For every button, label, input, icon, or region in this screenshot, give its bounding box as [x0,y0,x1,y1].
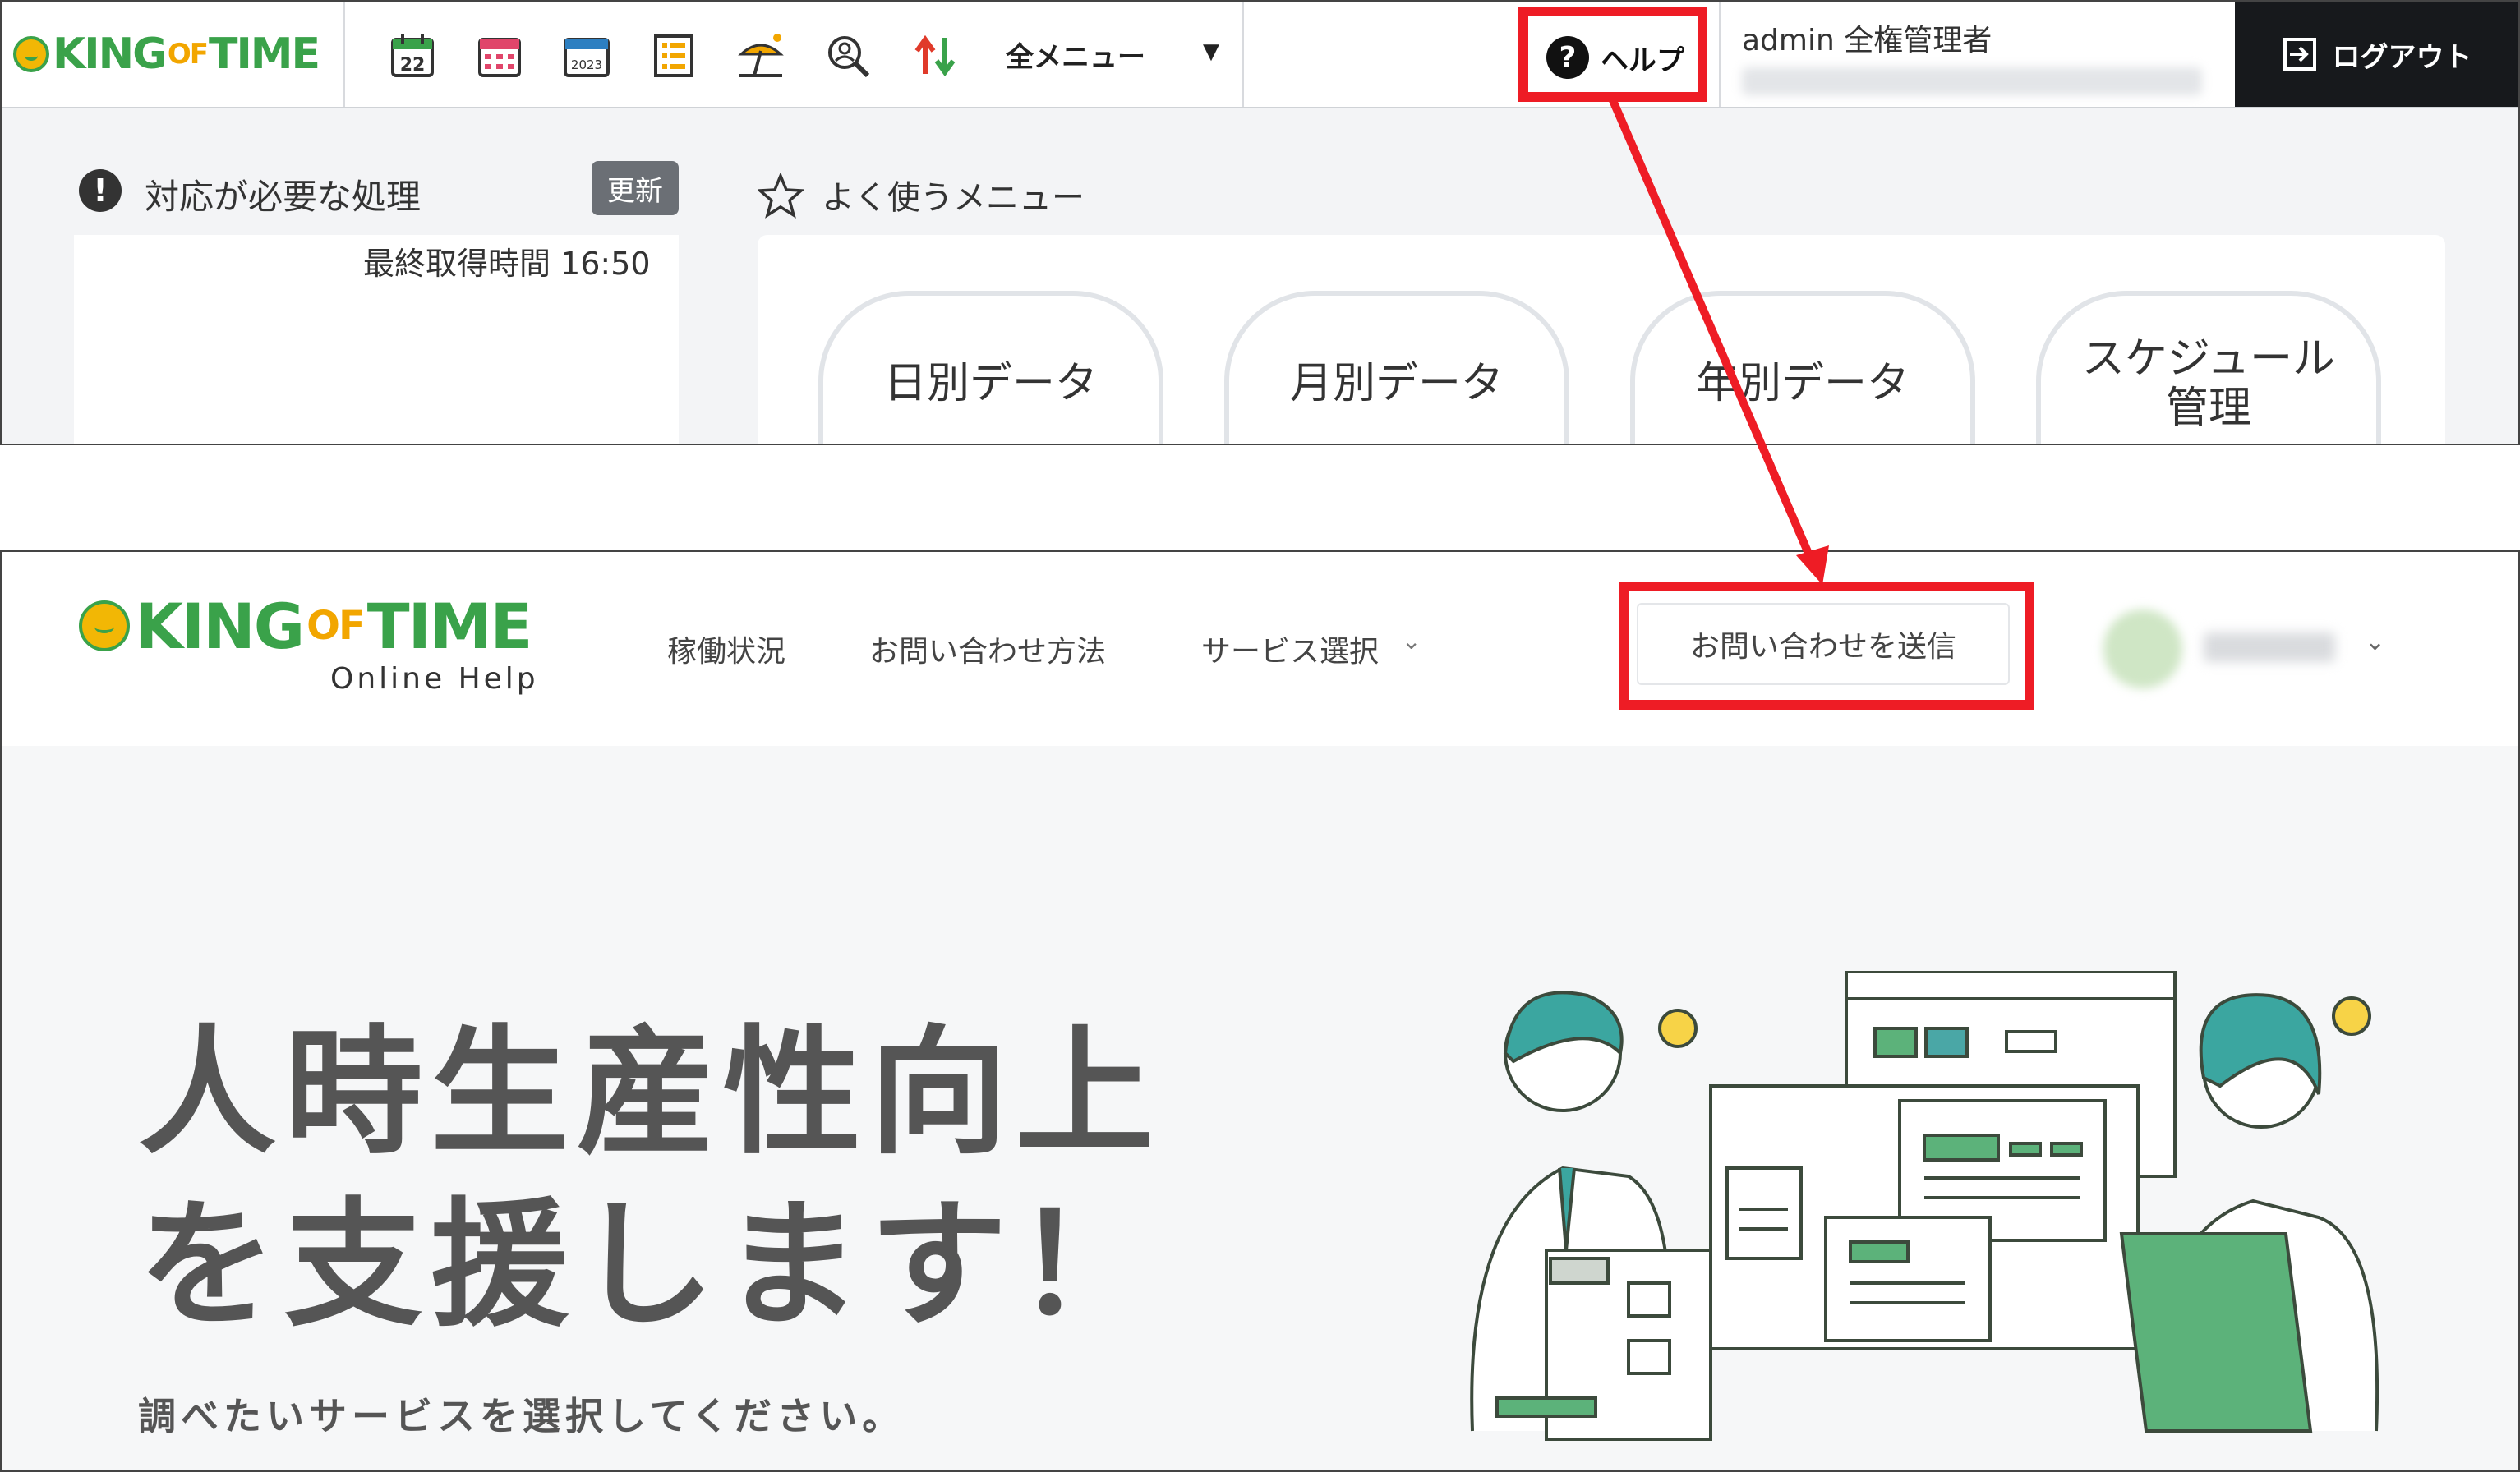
logout-icon [2283,38,2316,71]
logo-of-text: OF [167,38,209,71]
favorite-daily-data[interactable]: 日別データ [818,291,1163,444]
favorite-label: スケジュール 管理 [2081,334,2336,433]
logo-king-text: KING [53,30,168,79]
logo-time-text: TIME [366,589,533,663]
logo-badge-icon [79,600,130,651]
monthly-calendar-icon[interactable] [475,31,524,80]
online-help-subtitle: Online Help [330,662,539,696]
schedule-list-icon[interactable] [649,31,698,80]
contact-button-highlight [1619,582,2034,710]
hero-heading-line2: を支援します！ [138,1184,1162,1346]
last-fetch-time: 最終取得時間 16:50 [363,246,651,282]
import-export-icon[interactable] [910,31,960,80]
nav-contact-method[interactable]: お問い合わせ方法 [869,628,1106,670]
chevron-down-icon[interactable]: ⌄ [2365,628,2385,656]
hero-subtitle: 調べたいサービスを選択してください。 [138,1394,905,1438]
star-icon [758,172,804,218]
blurred-company-name [1742,67,2202,95]
refresh-button[interactable]: 更新 [592,161,679,215]
search-person-icon[interactable] [823,31,873,80]
chevron-down-icon[interactable]: ▼ [1203,39,1219,64]
header-divider [1242,2,1244,107]
admin-user-name: admin 全権管理者 [1742,24,1993,58]
logout-label: ログアウト [2332,40,2472,74]
logout-button[interactable]: ログアウト [2235,2,2518,107]
yearly-calendar-icon[interactable]: 2023 [562,31,611,80]
favorite-label: 月別データ [1289,359,1504,408]
avatar[interactable] [2103,610,2182,688]
favorite-label: 年別データ [1695,359,1910,408]
favorite-label: 日別データ [883,359,1098,408]
favorite-schedule[interactable]: スケジュール 管理 [2036,291,2381,444]
logo-badge-icon [13,36,49,72]
favorite-monthly-data[interactable]: 月別データ [1224,291,1569,444]
logo-time-text: TIME [208,30,320,79]
top-header: KING OF TIME 22 2023 全メニュー ▼ ? ヘルプ admin… [2,2,2518,108]
favorite-yearly-data[interactable]: 年別データ [1630,291,1975,444]
help-site-header: KING OF TIME Online Help 稼働状況 お問い合わせ方法 サ… [2,552,2518,746]
alert-icon: ! [79,169,122,212]
all-menu-dropdown[interactable]: 全メニュー [1006,34,1145,75]
help-site-logo[interactable]: KING OF TIME [79,590,532,663]
hero-heading-line1: 人時生産性向上 [138,1012,1162,1173]
nav-service-select[interactable]: サービス選択 [1201,628,1379,670]
logo-of-text: OF [306,603,366,649]
header-divider [1719,2,1721,107]
required-actions-title: 対応が必要な処理 [145,177,422,217]
online-help-window: KING OF TIME Online Help 稼働状況 お問い合わせ方法 サ… [0,550,2520,1472]
header-divider [343,2,345,107]
svg-text:22: 22 [400,55,426,76]
vacation-icon[interactable] [736,31,785,80]
kot-admin-window: KING OF TIME 22 2023 全メニュー ▼ ? ヘルプ admin… [0,0,2520,445]
favorite-menu-title: よく使うメニュー [822,179,1085,217]
daily-calendar-icon[interactable]: 22 [388,31,437,80]
blurred-user-name [2204,632,2335,662]
chevron-down-icon[interactable]: ⌄ [1402,628,1421,655]
nav-operation-status[interactable]: 稼働状況 [667,628,785,670]
svg-text:2023: 2023 [571,58,602,72]
kot-logo[interactable]: KING OF TIME [13,30,320,79]
logo-king-text: KING [135,589,305,663]
help-button-highlight [1518,7,1707,102]
hero-illustration [1470,971,2379,1441]
